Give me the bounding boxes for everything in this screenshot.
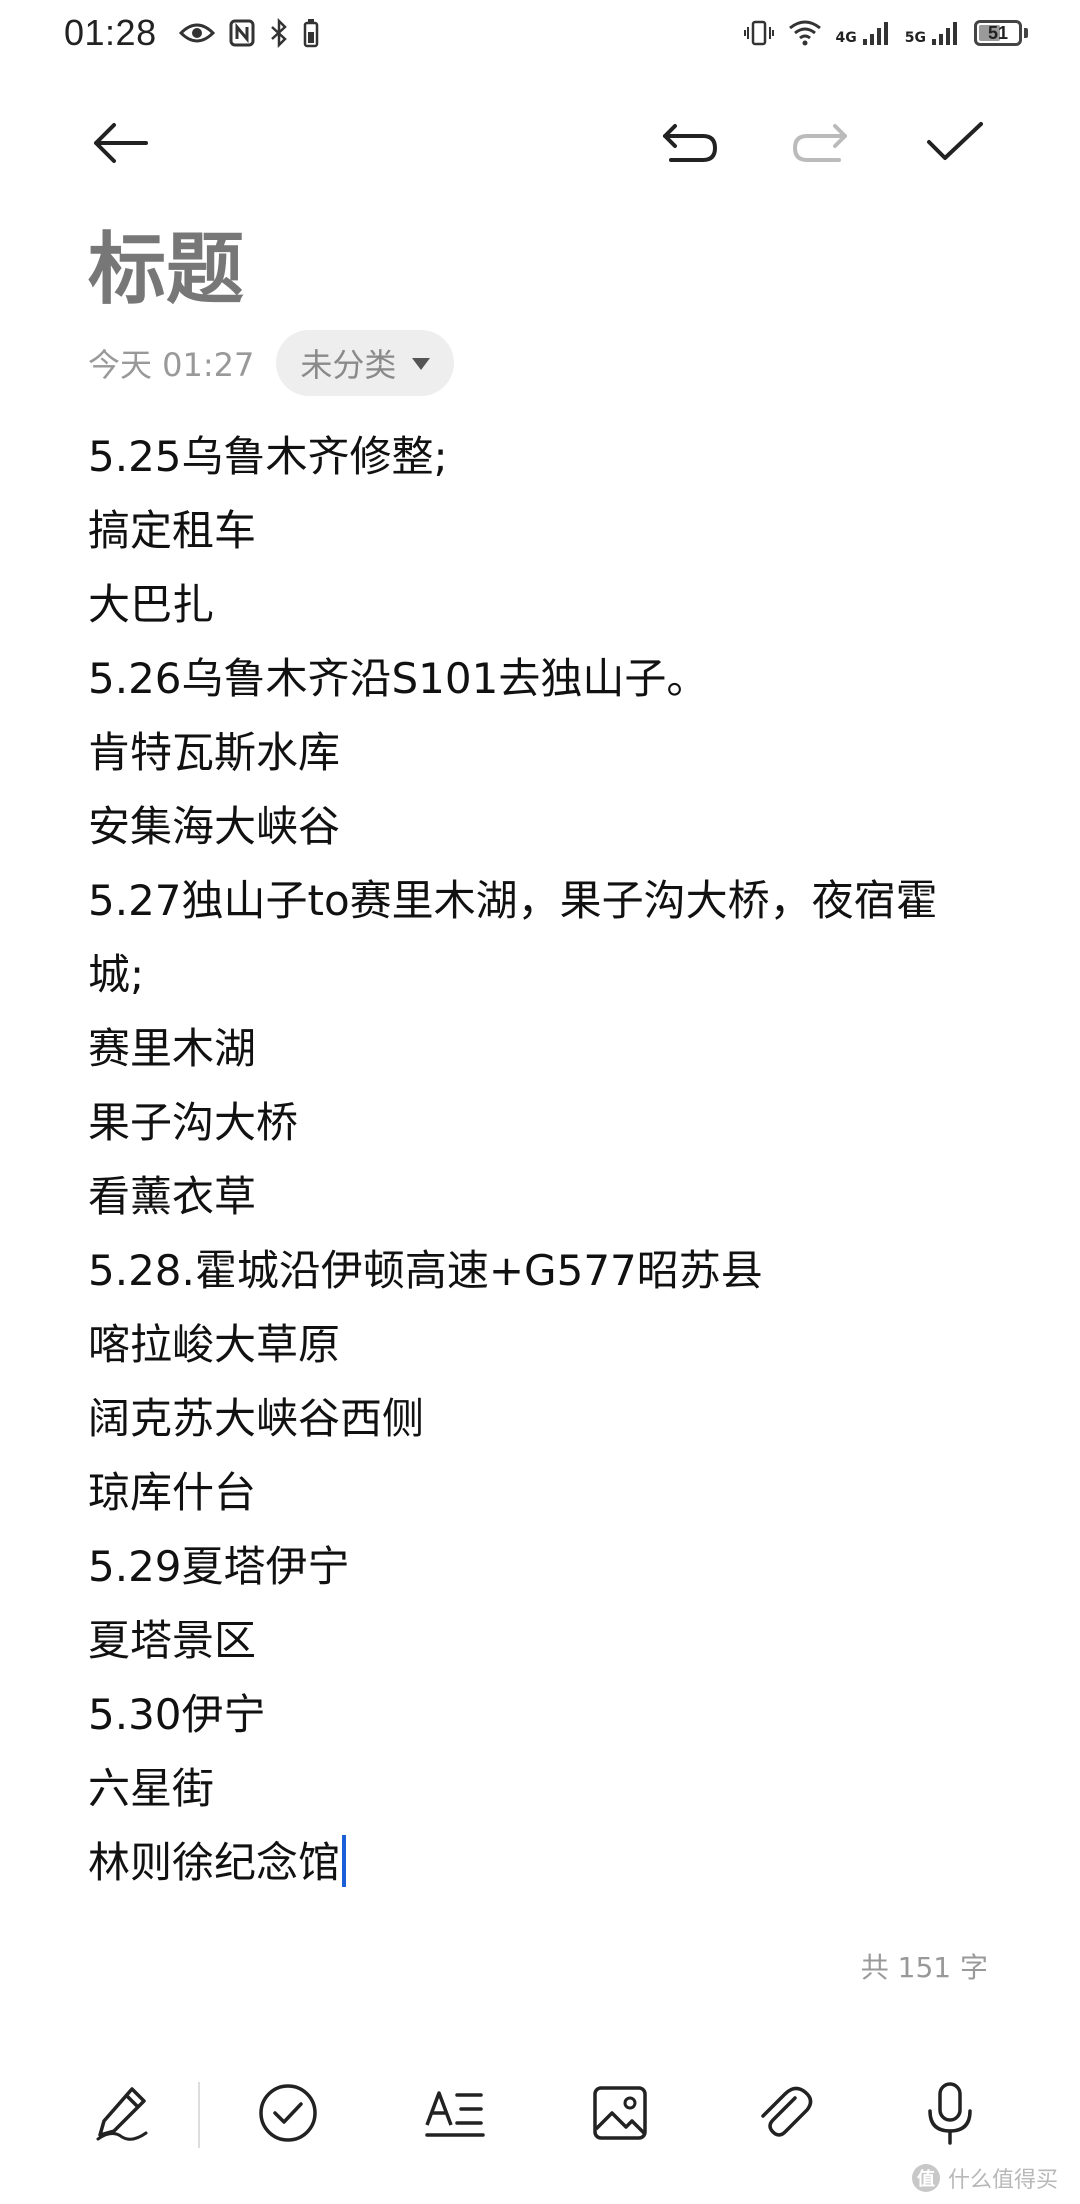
confirm-button[interactable] xyxy=(910,100,1000,190)
checkmark-icon xyxy=(925,120,985,170)
note-line: 看薰衣草 xyxy=(88,1172,257,1221)
editor-toolbar xyxy=(0,100,1080,190)
word-count: 共 151 字 xyxy=(860,1951,988,1984)
text-cursor xyxy=(342,1835,347,1887)
status-bar: 01:28 4G 5G 51 xyxy=(0,0,1080,66)
status-left: 01:28 xyxy=(64,12,319,54)
note-line: 5.29夏塔伊宁 xyxy=(88,1542,350,1591)
text-style-button[interactable] xyxy=(405,2060,505,2170)
arrow-left-icon xyxy=(90,118,150,172)
vibrate-icon xyxy=(743,18,774,48)
undo-icon xyxy=(659,120,721,170)
note-line: 5.27独山子to赛里木湖，果子沟大桥，夜宿霍 xyxy=(88,876,938,925)
bluetooth-icon xyxy=(269,18,289,48)
eye-icon xyxy=(178,21,215,45)
wifi-icon xyxy=(788,19,822,47)
attachment-icon xyxy=(755,2082,815,2148)
battery-saver-icon xyxy=(303,18,319,48)
note-line: 大巴扎 xyxy=(88,580,215,629)
redo-button[interactable] xyxy=(775,100,865,190)
note-line: 赛里木湖 xyxy=(88,1024,257,1073)
note-line: 5.30伊宁 xyxy=(88,1690,266,1739)
note-date: 今天 01:27 xyxy=(88,346,255,384)
insert-image-button[interactable] xyxy=(570,2060,670,2170)
note-line: 城; xyxy=(88,950,145,999)
note-line-last: 林则徐纪念馆 xyxy=(88,1826,1000,1900)
note-line: 琼库什台 xyxy=(88,1468,257,1517)
note-line: 5.25乌鲁木齐修整; xyxy=(88,432,448,481)
network-type-2: 5G xyxy=(904,30,926,46)
redo-icon xyxy=(789,120,851,170)
microphone-icon xyxy=(925,2081,975,2149)
note-meta: 今天 01:27 未分类 xyxy=(88,330,455,396)
nfc-icon xyxy=(229,19,255,47)
note-body-editor[interactable]: 5.25乌鲁木齐修整; 搞定租车 大巴扎 5.26乌鲁木齐沿S101去独山子。 … xyxy=(88,420,1000,1900)
category-dropdown[interactable]: 未分类 xyxy=(276,330,455,396)
signal-5g-icon xyxy=(930,19,960,47)
checklist-button[interactable] xyxy=(238,2060,338,2170)
status-right: 4G 5G 51 xyxy=(743,18,1028,48)
note-line: 5.28.霍城沿伊顿高速+G577昭苏县 xyxy=(88,1246,763,1295)
toolbar-divider xyxy=(198,2082,200,2148)
checklist-icon xyxy=(257,2082,319,2148)
note-line: 六星街 xyxy=(88,1764,215,1813)
note-line: 夏塔景区 xyxy=(88,1616,257,1665)
watermark-badge: 值 xyxy=(911,2164,940,2192)
handwriting-button[interactable] xyxy=(72,2060,172,2170)
network-type-1: 4G xyxy=(835,30,857,46)
battery-level: 51 xyxy=(987,22,1009,43)
back-button[interactable] xyxy=(75,100,165,190)
note-line: 果子沟大桥 xyxy=(88,1098,299,1147)
note-line: 安集海大峡谷 xyxy=(88,802,341,851)
voice-input-button[interactable] xyxy=(900,2060,1000,2170)
dropdown-arrow-icon xyxy=(412,358,431,370)
note-line: 阔克苏大峡谷西侧 xyxy=(88,1394,425,1443)
note-line: 搞定租车 xyxy=(88,506,257,555)
watermark: 值 什么值得买 xyxy=(911,2162,1058,2194)
status-time: 01:28 xyxy=(64,12,157,53)
handwriting-icon xyxy=(92,2083,152,2147)
note-title[interactable]: 标题 xyxy=(88,222,244,318)
attachment-button[interactable] xyxy=(735,2060,835,2170)
image-icon xyxy=(590,2083,650,2147)
note-line: 喀拉峻大草原 xyxy=(88,1320,341,1369)
note-line-text: 林则徐纪念馆 xyxy=(88,1838,341,1887)
undo-button[interactable] xyxy=(645,100,735,190)
battery-icon: 51 xyxy=(974,20,1028,46)
text-style-icon xyxy=(423,2085,487,2145)
category-label: 未分类 xyxy=(300,346,397,384)
note-line: 肯特瓦斯水库 xyxy=(88,728,341,777)
note-line: 5.26乌鲁木齐沿S101去独山子。 xyxy=(88,654,709,703)
watermark-text: 什么值得买 xyxy=(947,2168,1058,2193)
bottom-toolbar xyxy=(0,2060,1080,2170)
signal-4g-icon xyxy=(861,19,891,47)
